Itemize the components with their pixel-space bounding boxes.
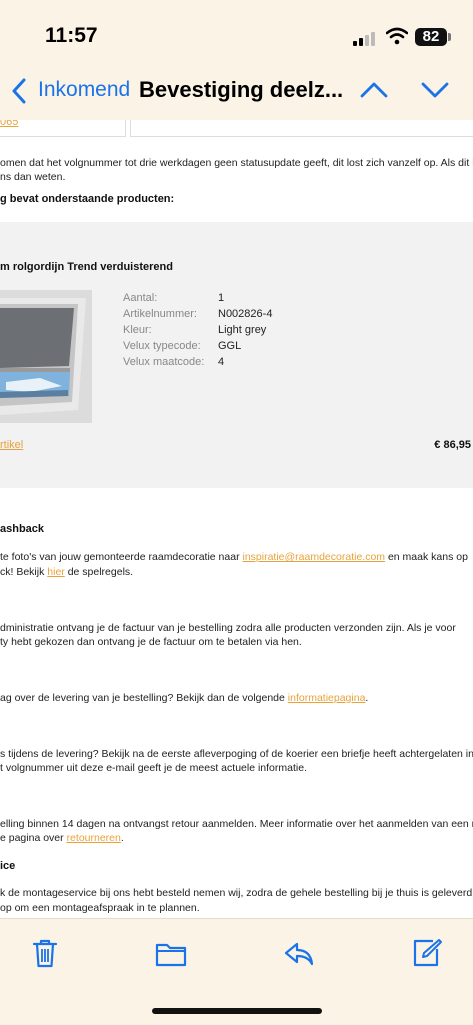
product-title: m rolgordijn Trend verduisterend xyxy=(0,261,173,273)
spec-value-color: Light grey xyxy=(218,324,267,336)
table-cell-fragment-right xyxy=(130,120,473,137)
returns-link[interactable]: retourneren xyxy=(67,832,121,844)
return-line-1: elling binnen 14 dagen na ontvangst reto… xyxy=(0,818,473,830)
delivery-question-line: ag over de levering van je bestelling? B… xyxy=(0,691,368,705)
absent-line-1: s tijdens de levering? Bekijk na de eers… xyxy=(0,748,473,760)
product-card: m rolgordijn Trend verduisterend Aantal:… xyxy=(0,222,473,488)
spec-value-velux-typecode: GGL xyxy=(218,340,242,352)
cellular-signal-icon xyxy=(353,30,377,46)
products-heading: g bevat onderstaande producten: xyxy=(0,193,175,205)
service-line-2: op om een montageafspraak in te plannen. xyxy=(0,902,200,914)
spec-label-article-number: Artikelnummer: xyxy=(123,308,197,320)
back-button[interactable]: Inkomend xyxy=(38,78,130,102)
spec-value-article-number: N002826-4 xyxy=(218,308,273,320)
intro-line-1: omen dat het volgnummer tot drie werkdag… xyxy=(0,157,473,169)
chevron-down-icon[interactable] xyxy=(420,80,450,100)
delivery-question-text: ag over de levering van je bestelling? B… xyxy=(0,692,288,704)
reply-icon[interactable] xyxy=(283,937,315,969)
spec-value-quantity: 1 xyxy=(218,292,225,304)
home-indicator[interactable] xyxy=(152,1008,322,1014)
cashback-line-2: ck! Bekijk hier de spelregels. xyxy=(0,565,133,579)
cashback-text-2: en maak kans op xyxy=(385,551,468,563)
service-heading: ice xyxy=(0,860,16,872)
spec-value-velux-sizecode: 4 xyxy=(218,356,225,368)
inspiration-email-link[interactable]: inspiratie@raamdecoratie.com xyxy=(242,551,385,563)
return-text-end: . xyxy=(120,832,124,844)
battery-icon: 82 xyxy=(415,28,447,46)
status-time: 11:57 xyxy=(45,24,98,47)
chevron-left-icon[interactable] xyxy=(10,78,28,104)
cashback-text-4: de spelregels. xyxy=(64,566,134,578)
return-text: e pagina over xyxy=(0,832,67,844)
product-image xyxy=(0,290,92,423)
cashback-heading: ashback xyxy=(0,523,45,535)
cashback-line-1: te foto's van jouw gemonteerde raamdecor… xyxy=(0,550,468,564)
battery-tip xyxy=(448,33,451,41)
product-price: € 86,95 xyxy=(434,439,471,451)
rules-here-link[interactable]: hier xyxy=(47,566,65,578)
absent-line-2: t volgnummer uit deze e-mail geeft je de… xyxy=(0,762,307,774)
order-link-fragment[interactable]: 065 xyxy=(0,120,18,128)
invoice-line-2: ty hebt gekozen dan ontvang je de factuu… xyxy=(0,636,302,648)
status-bar: 11:57 82 xyxy=(0,0,473,62)
compose-icon[interactable] xyxy=(411,937,443,969)
table-cell-fragment: 065 xyxy=(0,120,126,137)
return-line-2: e pagina over retourneren. xyxy=(0,831,124,845)
info-page-link[interactable]: informatiepagina xyxy=(288,692,366,704)
trash-icon[interactable] xyxy=(29,937,61,969)
cashback-text-3: ck! Bekijk xyxy=(0,566,48,578)
spec-label-velux-sizecode: Velux maatcode: xyxy=(123,356,205,368)
email-body[interactable]: 065 omen dat het volgnummer tot drie wer… xyxy=(0,120,473,918)
spec-label-color: Kleur: xyxy=(123,324,152,336)
wifi-icon xyxy=(386,27,408,45)
mail-nav-bar: Inkomend Bevestiging deelz... xyxy=(0,62,473,120)
message-subject-title: Bevestiging deelz... xyxy=(139,77,344,102)
folder-icon[interactable] xyxy=(155,937,187,969)
cashback-text-1: te foto's van jouw gemonteerde raamdecor… xyxy=(0,551,243,563)
service-line-1: k de montageservice bij ons hebt besteld… xyxy=(0,887,473,899)
intro-line-2: ns dan weten. xyxy=(0,171,66,183)
spec-label-velux-typecode: Velux typecode: xyxy=(123,340,201,352)
invoice-line-1: dministratie ontvang je de factuur van j… xyxy=(0,622,456,634)
article-link[interactable]: rtikel xyxy=(0,439,23,451)
delivery-question-end: . xyxy=(365,692,369,704)
spec-label-quantity: Aantal: xyxy=(123,292,158,304)
chevron-up-icon[interactable] xyxy=(359,80,389,100)
